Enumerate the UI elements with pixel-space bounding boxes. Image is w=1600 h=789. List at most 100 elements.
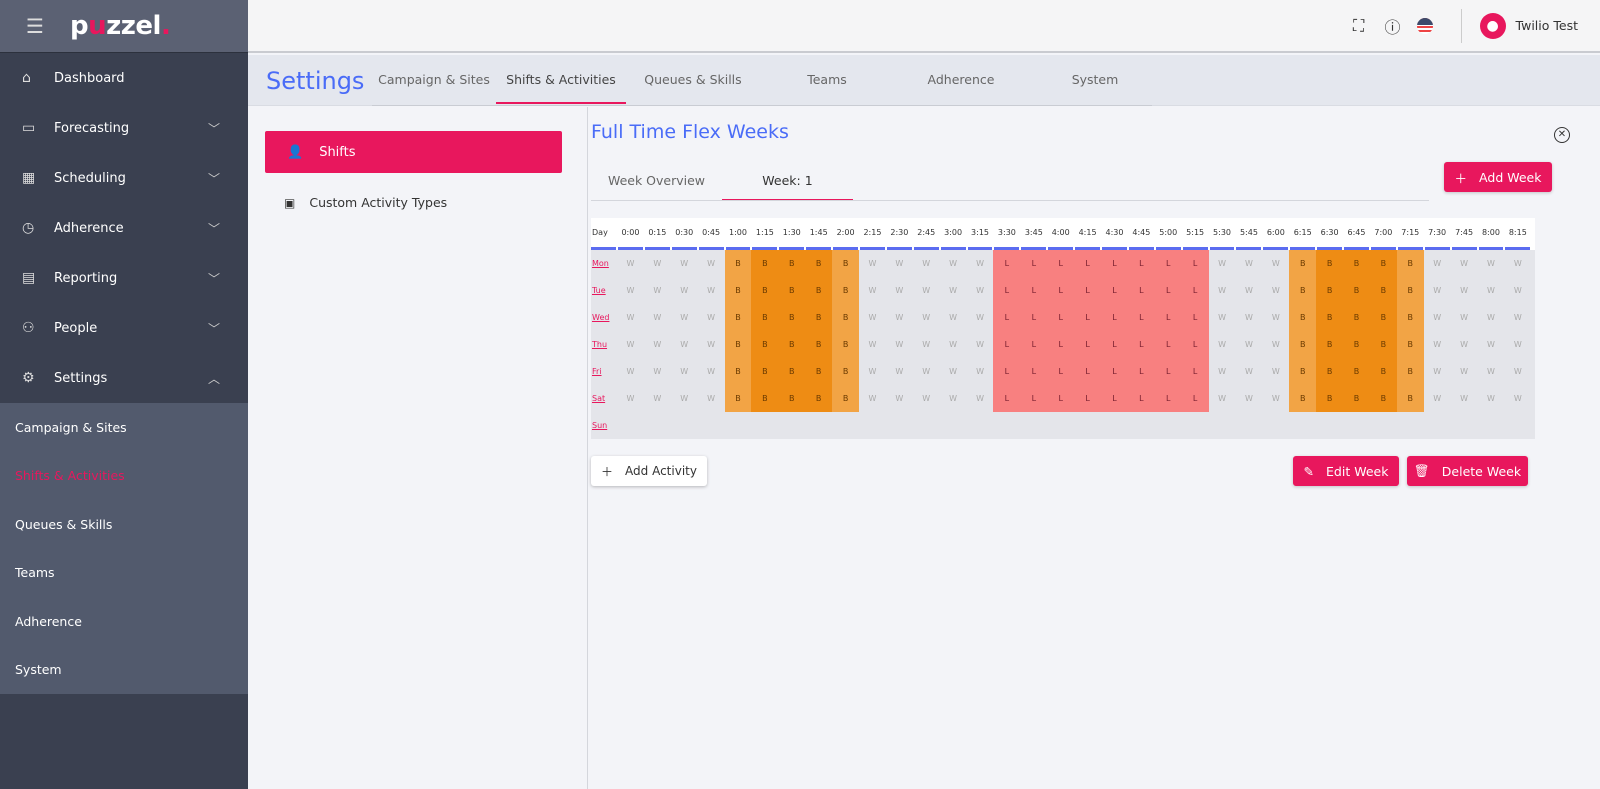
activity-cell[interactable]: L (1074, 277, 1102, 304)
activity-cell[interactable]: W (913, 250, 940, 277)
edit-week-button[interactable]: ✎ Edit Week (1293, 456, 1399, 486)
activity-cell[interactable]: L (1181, 358, 1209, 385)
activity-cell[interactable]: B (1316, 358, 1344, 385)
activity-cell[interactable]: W (1262, 331, 1289, 358)
tab-queues-skills[interactable]: Queues & Skills (626, 55, 760, 104)
activity-cell[interactable]: W (1235, 331, 1262, 358)
activity-cell[interactable]: B (724, 304, 752, 331)
activity-cell[interactable]: W (644, 277, 671, 304)
activity-cell[interactable]: B (832, 304, 860, 331)
activity-cell[interactable]: W (1262, 304, 1289, 331)
activity-cell[interactable]: W (698, 304, 725, 331)
day-link[interactable]: Thu (591, 331, 617, 358)
activity-cell[interactable]: B (1396, 277, 1424, 304)
activity-cell[interactable]: L (1101, 250, 1128, 277)
activity-cell[interactable]: W (1504, 277, 1531, 304)
activity-cell[interactable]: W (886, 304, 913, 331)
activity-cell[interactable]: W (1451, 304, 1478, 331)
activity-cell[interactable]: W (967, 277, 994, 304)
chevron-down-icon[interactable]: ﹀ (208, 170, 220, 187)
activity-cell[interactable]: L (1074, 358, 1102, 385)
activity-cell[interactable]: B (751, 331, 779, 358)
activity-cell[interactable]: L (1181, 304, 1209, 331)
activity-cell[interactable]: L (1154, 304, 1182, 331)
activity-cell[interactable]: W (698, 385, 725, 412)
activity-cell[interactable]: B (1369, 277, 1397, 304)
tab-teams[interactable]: Teams (760, 55, 894, 104)
activity-cell[interactable]: W (1424, 250, 1451, 277)
chevron-down-icon[interactable]: ﹀ (208, 320, 220, 337)
tab-week-1[interactable]: Week: 1 (722, 167, 853, 201)
activity-cell[interactable]: W (671, 331, 698, 358)
activity-cell[interactable]: B (1343, 304, 1370, 331)
puzzel-logo[interactable]: puzzel. (70, 11, 171, 41)
activity-cell[interactable]: B (1396, 250, 1424, 277)
activity-cell[interactable]: W (886, 331, 913, 358)
activity-cell[interactable]: L (1074, 385, 1102, 412)
activity-cell[interactable]: W (1209, 385, 1236, 412)
activity-cell[interactable]: L (1154, 277, 1182, 304)
activity-cell[interactable]: B (778, 250, 806, 277)
activity-cell[interactable]: L (1101, 304, 1128, 331)
activity-cell[interactable]: W (1478, 250, 1505, 277)
day-label[interactable]: Sun (592, 421, 607, 430)
day-label[interactable]: Sat (592, 394, 605, 403)
activity-cell[interactable]: L (1020, 304, 1048, 331)
activity-cell[interactable]: B (1316, 250, 1344, 277)
submenu-item[interactable]: Campaign & Sites (0, 403, 248, 452)
activity-cell[interactable]: W (1424, 277, 1451, 304)
activity-cell[interactable]: W (1504, 331, 1531, 358)
activity-cell[interactable]: B (1396, 304, 1424, 331)
sidebar-item-settings[interactable]: ⚙ Settings ︿ (0, 353, 248, 403)
activity-cell[interactable]: B (805, 250, 833, 277)
activity-cell[interactable]: W (913, 277, 940, 304)
activity-cell[interactable]: W (1451, 331, 1478, 358)
activity-cell[interactable]: B (724, 277, 752, 304)
activity-cell[interactable]: W (859, 385, 886, 412)
activity-cell[interactable]: B (778, 331, 806, 358)
day-label[interactable]: Fri (592, 367, 602, 376)
activity-cell[interactable]: W (617, 385, 644, 412)
activity-cell[interactable]: L (1047, 250, 1075, 277)
activity-cell[interactable]: L (1101, 277, 1128, 304)
activity-cell[interactable]: L (1101, 331, 1128, 358)
close-icon[interactable]: ✕ (1554, 127, 1570, 143)
sidebar-item-adherence[interactable]: ◷ Adherence ﹀ (0, 203, 248, 253)
sidebar-item-reporting[interactable]: ▤ Reporting ﹀ (0, 253, 248, 303)
user-name[interactable]: Twilio Test (1516, 18, 1578, 33)
activity-cell[interactable]: W (967, 385, 994, 412)
activity-cell[interactable]: W (1235, 304, 1262, 331)
chevron-down-icon[interactable]: ﹀ (208, 120, 220, 137)
activity-cell[interactable]: W (1209, 331, 1236, 358)
activity-cell[interactable]: W (886, 358, 913, 385)
day-link[interactable]: Sun (591, 412, 617, 439)
activity-cell[interactable]: L (1154, 358, 1182, 385)
activity-cell[interactable]: W (1478, 358, 1505, 385)
activity-cell[interactable]: W (671, 277, 698, 304)
activity-cell[interactable]: L (1020, 358, 1048, 385)
activity-cell[interactable]: B (1369, 304, 1397, 331)
activity-cell[interactable]: W (913, 385, 940, 412)
add-week-button[interactable]: ＋ Add Week (1444, 162, 1552, 192)
chevron-up-icon[interactable]: ︿ (208, 370, 220, 387)
activity-cell[interactable]: W (644, 331, 671, 358)
activity-cell[interactable]: W (671, 385, 698, 412)
activity-cell[interactable]: W (1262, 277, 1289, 304)
activity-cell[interactable]: L (1047, 277, 1075, 304)
day-label[interactable]: Tue (592, 286, 606, 295)
activity-cell[interactable]: L (1127, 358, 1155, 385)
activity-cell[interactable]: B (1316, 331, 1344, 358)
activity-cell[interactable]: W (859, 277, 886, 304)
activity-cell[interactable]: B (724, 358, 752, 385)
activity-cell[interactable]: W (913, 358, 940, 385)
activity-cell[interactable]: W (1209, 358, 1236, 385)
activity-cell[interactable]: W (940, 358, 967, 385)
sidebar-item-people[interactable]: ⚇ People ﹀ (0, 303, 248, 353)
activity-cell[interactable]: B (1289, 304, 1317, 331)
day-label[interactable]: Wed (592, 313, 609, 322)
activity-cell[interactable]: B (1369, 250, 1397, 277)
sidebar-item-dashboard[interactable]: ⌂ Dashboard (0, 53, 248, 103)
activity-cell[interactable]: W (1424, 331, 1451, 358)
activity-cell[interactable]: B (751, 385, 779, 412)
activity-cell[interactable]: B (751, 250, 779, 277)
